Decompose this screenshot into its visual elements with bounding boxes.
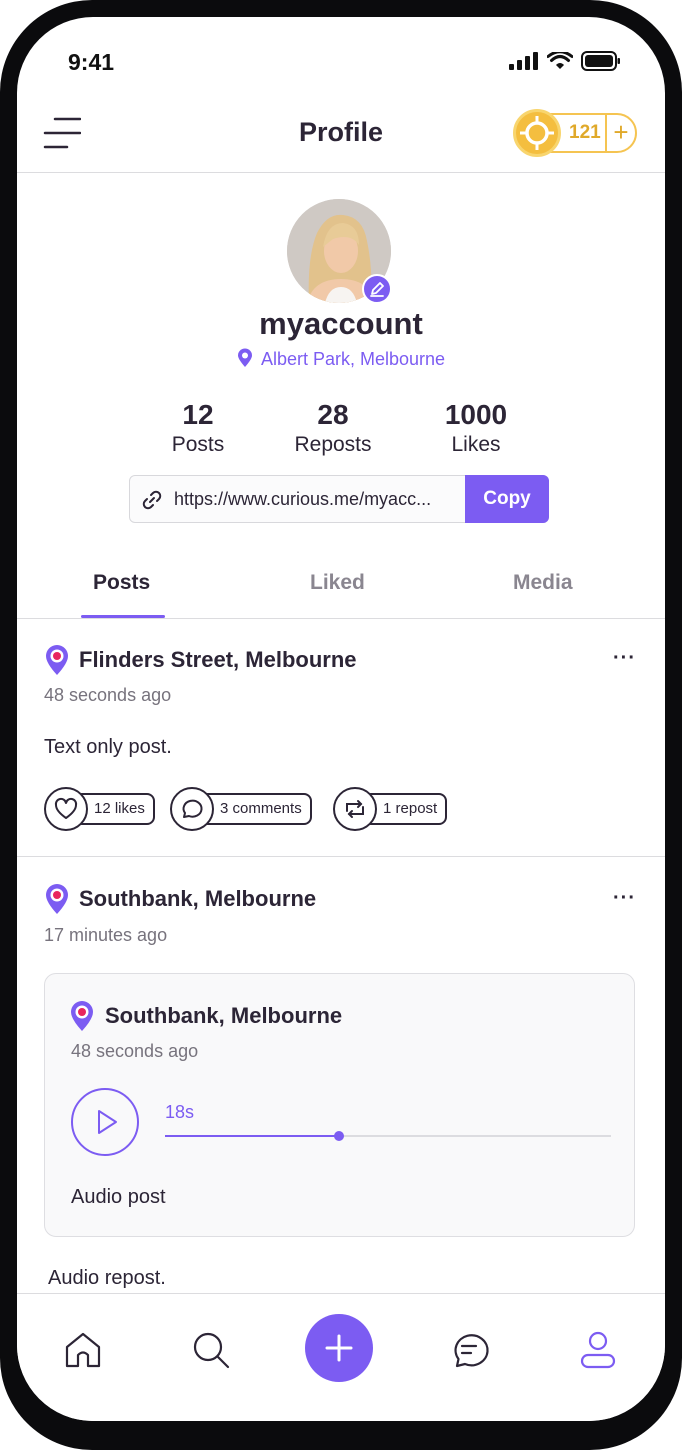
post-time: 17 minutes ago — [44, 925, 168, 945]
play-icon — [98, 1110, 117, 1134]
profile-link-box: https://www.curious.me/myacc... Copy — [129, 475, 549, 523]
stat-value: 12 — [182, 399, 214, 430]
audio-progress-bar[interactable] — [165, 1131, 611, 1141]
messages-icon[interactable] — [449, 1330, 489, 1370]
link-icon — [142, 490, 162, 510]
stat-value: 1000 — [444, 399, 508, 430]
play-button[interactable] — [71, 1088, 139, 1156]
location-pin-icon — [237, 348, 253, 373]
battery-icon — [581, 51, 620, 71]
comment-icon-circle — [170, 787, 214, 831]
heart-icon — [54, 797, 78, 819]
audio-scrubber[interactable] — [333, 1131, 344, 1141]
post-more-button[interactable]: ··· — [613, 647, 636, 670]
status-time: 9:41 — [68, 49, 115, 75]
like-icon-circle — [44, 787, 88, 831]
audio-duration: 18s — [165, 1102, 195, 1122]
home-icon[interactable] — [63, 1330, 103, 1370]
post-location[interactable]: Flinders Street, Melbourne — [79, 647, 357, 673]
repost-icon — [346, 800, 364, 818]
status-icons — [509, 51, 621, 71]
app-screen: 9:41 Profile 121 + myaccount Albert Park… — [17, 17, 665, 1421]
post-more-button[interactable]: ··· — [613, 887, 636, 910]
reposted-audio-card[interactable]: Southbank, Melbourne 48 seconds ago 18s … — [44, 973, 635, 1237]
edit-avatar-button[interactable] — [362, 274, 392, 304]
profile-tabs: Posts Liked Media — [17, 561, 665, 619]
tab-media[interactable]: Media — [513, 571, 573, 595]
location-pin-icon — [46, 645, 68, 675]
post-time: 48 seconds ago — [44, 685, 172, 705]
post-divider — [17, 856, 665, 857]
app-header: Profile 121 + — [17, 101, 665, 173]
wifi-icon — [547, 52, 573, 69]
location-pin-icon — [71, 1001, 93, 1031]
profile-link-text[interactable]: https://www.curious.me/myacc... — [174, 489, 431, 510]
signal-icon — [509, 52, 538, 70]
phone-frame: 9:41 Profile 121 + myaccount Albert Park… — [0, 0, 682, 1450]
location-pin-icon — [46, 884, 68, 914]
tab-liked[interactable]: Liked — [310, 571, 365, 595]
stat-posts[interactable]: 12 Posts — [138, 399, 258, 457]
stat-reposts[interactable]: 28 Reposts — [273, 399, 393, 457]
comments-count: 3 comments — [200, 793, 312, 825]
profile-icon[interactable] — [578, 1330, 618, 1370]
copy-button[interactable]: Copy — [465, 475, 549, 523]
post-location[interactable]: Southbank, Melbourne — [79, 886, 316, 912]
tab-posts[interactable]: Posts — [93, 571, 150, 595]
stat-likes[interactable]: 1000 Likes — [416, 399, 536, 457]
repost-icon-circle — [333, 787, 377, 831]
stat-label: Likes — [451, 433, 501, 456]
coin-icon — [513, 109, 561, 157]
pencil-icon — [370, 282, 384, 297]
username: myaccount — [259, 306, 423, 341]
add-icon — [325, 1334, 353, 1362]
bottom-nav — [17, 1293, 665, 1421]
post-text: Audio repost. — [48, 1267, 166, 1289]
repost-location[interactable]: Southbank, Melbourne — [105, 1003, 342, 1029]
coin-balance[interactable]: 121 + — [513, 109, 637, 157]
stat-label: Posts — [171, 433, 225, 456]
stat-label: Reposts — [294, 433, 372, 456]
create-post-button[interactable] — [305, 1314, 373, 1382]
coin-count: 121 — [569, 122, 601, 143]
post-text: Text only post. — [44, 736, 172, 758]
active-tab-indicator — [81, 615, 165, 618]
add-coins-button[interactable]: + — [605, 115, 635, 151]
audio-progress-fill — [165, 1135, 339, 1137]
repost-time: 48 seconds ago — [71, 1041, 199, 1061]
search-icon[interactable] — [191, 1330, 231, 1370]
profile-location-text: Albert Park, Melbourne — [260, 349, 446, 369]
repost-caption: Audio post — [71, 1186, 166, 1208]
comment-icon — [182, 799, 203, 818]
profile-location: Albert Park, Melbourne — [17, 348, 665, 373]
stat-value: 28 — [317, 399, 349, 430]
